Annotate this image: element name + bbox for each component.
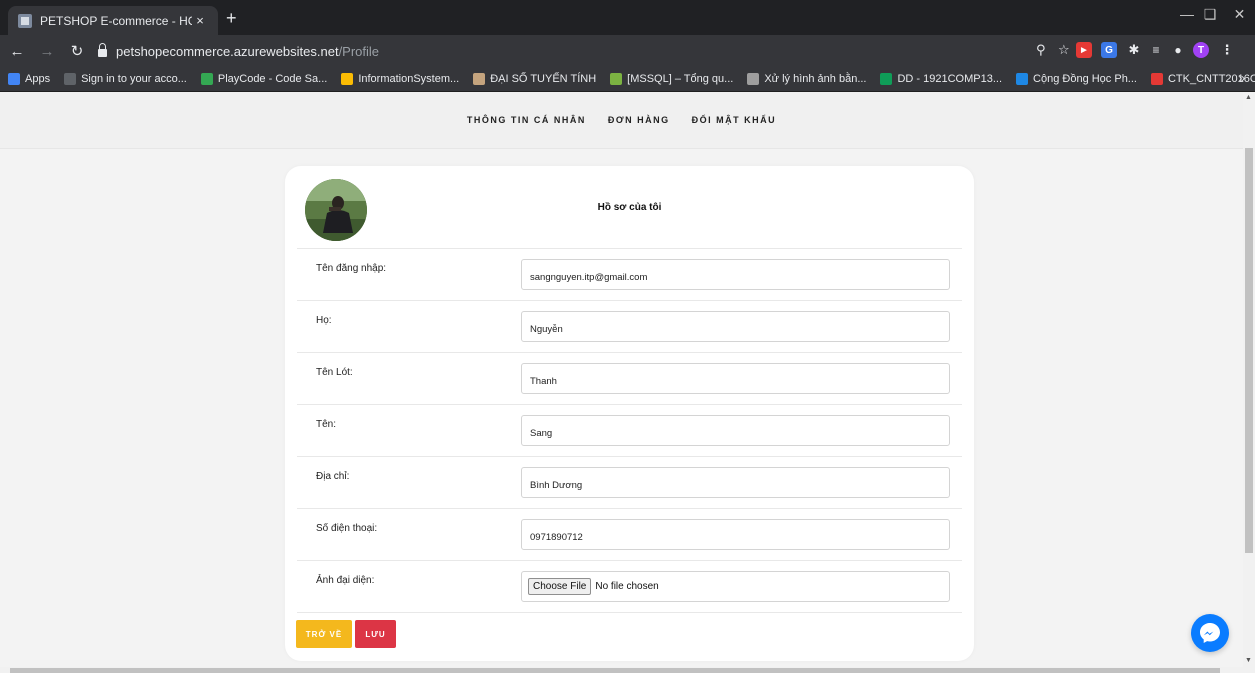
- page-favicon-icon: [18, 13, 32, 28]
- scroll-down-icon[interactable]: ▼: [1245, 657, 1252, 664]
- bookmark-item[interactable]: InformationSystem...: [341, 73, 459, 85]
- avatar-file-input[interactable]: Choose File No file chosen: [521, 571, 950, 602]
- browser-tab[interactable]: PETSHOP E-commerce - HCMUE ×: [8, 6, 218, 35]
- back-button[interactable]: TRỞ VỀ: [296, 620, 352, 648]
- bookmark-star-icon[interactable]: ☆: [1058, 42, 1070, 58]
- bookmark-favicon-icon: [747, 73, 760, 85]
- field-label: Tên:: [316, 419, 337, 430]
- nav-personal-info[interactable]: THÔNG TIN CÁ NHÂN: [467, 115, 586, 125]
- bookmark-label: PlayCode - Code Sa...: [217, 73, 328, 85]
- scroll-up-icon[interactable]: ▲: [1245, 94, 1252, 101]
- form-row-avatar: Ảnh đại diện: Choose File No file chosen: [297, 561, 962, 613]
- chrome-menu-icon[interactable]: ⋮: [1219, 42, 1235, 58]
- restore-button[interactable]: ❑: [1196, 0, 1224, 28]
- bookmark-item[interactable]: Sign in to your acco...: [64, 73, 187, 85]
- choose-file-button[interactable]: Choose File: [528, 578, 592, 595]
- bookmark-label: Xử lý hình ảnh bằn...: [764, 73, 867, 85]
- extensions-puzzle-icon[interactable]: ✱: [1126, 42, 1142, 58]
- bookmark-favicon-icon: [1150, 73, 1163, 85]
- tab-close-icon[interactable]: ×: [192, 13, 208, 28]
- bookmark-item[interactable]: ĐẠI SỐ TUYẾN TÍNH: [473, 73, 596, 85]
- profile-card-header: Hồ sơ của tôi: [297, 174, 962, 249]
- profile-title: Hồ sơ của tôi: [597, 202, 662, 213]
- field-label: Ảnh đại diện:: [316, 575, 375, 586]
- nav-orders[interactable]: ĐƠN HÀNG: [608, 115, 670, 125]
- form-row-middle-name: Tên Lót:: [297, 353, 962, 405]
- apps-grid-icon: [8, 73, 20, 85]
- new-tab-button[interactable]: +: [226, 8, 237, 28]
- form-row-last-name: Họ:: [297, 301, 962, 353]
- messenger-icon: [1200, 623, 1220, 643]
- bookmark-item[interactable]: [MSSQL] – Tổng qu...: [610, 73, 733, 85]
- bookmark-favicon-icon: [473, 73, 486, 85]
- field-label: Địa chỉ:: [316, 471, 350, 482]
- field-label: Số điện thoại:: [316, 523, 378, 534]
- tab-title: PETSHOP E-commerce - HCMUE: [40, 13, 192, 28]
- nav-change-password[interactable]: ĐỔI MẬT KHẨU: [692, 115, 777, 125]
- bookmark-label: Sign in to your acco...: [81, 73, 187, 85]
- bookmark-label: ĐẠI SỐ TUYẾN TÍNH: [490, 73, 597, 85]
- middle-name-input[interactable]: [521, 363, 950, 394]
- bookmarks-overflow-icon[interactable]: »: [1238, 71, 1245, 85]
- bookmark-item[interactable]: Cộng Đồng Học Ph...: [1016, 73, 1137, 85]
- username-input[interactable]: [521, 259, 950, 290]
- file-status-text: No file chosen: [595, 581, 659, 592]
- extension-red-icon[interactable]: ►: [1076, 42, 1092, 58]
- profile-avatar-icon[interactable]: T: [1193, 42, 1209, 58]
- bookmark-item[interactable]: DD - 1921COMP13...: [880, 73, 1002, 85]
- bookmark-item[interactable]: Xử lý hình ảnh bằn...: [747, 73, 866, 85]
- key-icon[interactable]: ●: [1170, 42, 1186, 58]
- phone-input[interactable]: [521, 519, 950, 550]
- bookmark-label: Cộng Đồng Học Ph...: [1033, 73, 1137, 85]
- bookmark-favicon-icon: [1016, 73, 1029, 85]
- first-name-input[interactable]: [521, 415, 950, 446]
- save-button[interactable]: LƯU: [355, 620, 396, 648]
- browser-titlebar: PETSHOP E-commerce - HCMUE × + — ❑ ✕: [0, 0, 1255, 35]
- bookmarks-bar: Apps Sign in to your acco... PlayCode - Co…: [0, 67, 1255, 92]
- back-arrow-icon[interactable]: ←: [4, 38, 30, 64]
- horizontal-scroll-thumb[interactable]: [10, 668, 1220, 673]
- bookmark-label: DD - 1921COMP13...: [897, 73, 1003, 85]
- bookmark-label: InformationSystem...: [358, 73, 460, 85]
- form-row-address: Địa chỉ:: [297, 457, 962, 509]
- field-label: Tên đăng nhập:: [316, 263, 387, 274]
- reading-list-icon[interactable]: ≡: [1148, 42, 1164, 58]
- extension-translate-icon[interactable]: G: [1101, 42, 1117, 58]
- browser-toolbar: ← → ↻ petshopecommerce.azurewebsites.net…: [0, 35, 1255, 67]
- bookmark-favicon-icon: [880, 73, 893, 85]
- form-row-username: Tên đăng nhập:: [297, 249, 962, 301]
- field-label: Tên Lót:: [316, 367, 353, 378]
- form-row-phone: Số điện thoại:: [297, 509, 962, 561]
- profile-subnav: THÔNG TIN CÁ NHÂN ĐƠN HÀNG ĐỔI MẬT KHẨU: [0, 92, 1243, 149]
- bookmark-label: [MSSQL] – Tổng qu...: [627, 73, 734, 85]
- vertical-scrollbar[interactable]: ▲ ▼: [1243, 92, 1255, 667]
- form-row-first-name: Tên:: [297, 405, 962, 457]
- address-input[interactable]: [521, 467, 950, 498]
- bookmark-favicon-icon: [200, 73, 213, 85]
- profile-card: Hồ sơ của tôi Tên đăng nhập: Họ: Tên Lót: T…: [285, 166, 974, 661]
- address-bar[interactable]: petshopecommerce.azurewebsites.net/Profi…: [92, 39, 1152, 63]
- url-path: /Profile: [338, 43, 380, 59]
- vertical-scroll-thumb[interactable]: [1245, 148, 1253, 553]
- page-viewport: THÔNG TIN CÁ NHÂN ĐƠN HÀNG ĐỔI MẬT KHẨU …: [0, 92, 1243, 667]
- bookmark-favicon-icon: [64, 73, 77, 85]
- field-label: Họ:: [316, 315, 332, 326]
- reload-icon[interactable]: ↻: [64, 38, 90, 64]
- forward-arrow-icon[interactable]: →: [34, 38, 60, 64]
- bookmark-favicon-icon: [341, 73, 354, 85]
- lock-icon[interactable]: [98, 43, 107, 57]
- bookmark-item[interactable]: Apps: [8, 73, 50, 85]
- close-window-button[interactable]: ✕: [1224, 0, 1255, 28]
- last-name-input[interactable]: [521, 311, 950, 342]
- bookmark-favicon-icon: [610, 73, 623, 85]
- zoom-icon[interactable]: ⚲: [1036, 42, 1046, 58]
- url-host: petshopecommerce.azurewebsites.net: [116, 43, 339, 59]
- bookmark-label: Apps: [25, 73, 51, 85]
- bookmark-item[interactable]: PlayCode - Code Sa...: [200, 73, 328, 85]
- horizontal-scrollbar[interactable]: [0, 667, 1255, 673]
- messenger-chat-button[interactable]: [1191, 614, 1229, 652]
